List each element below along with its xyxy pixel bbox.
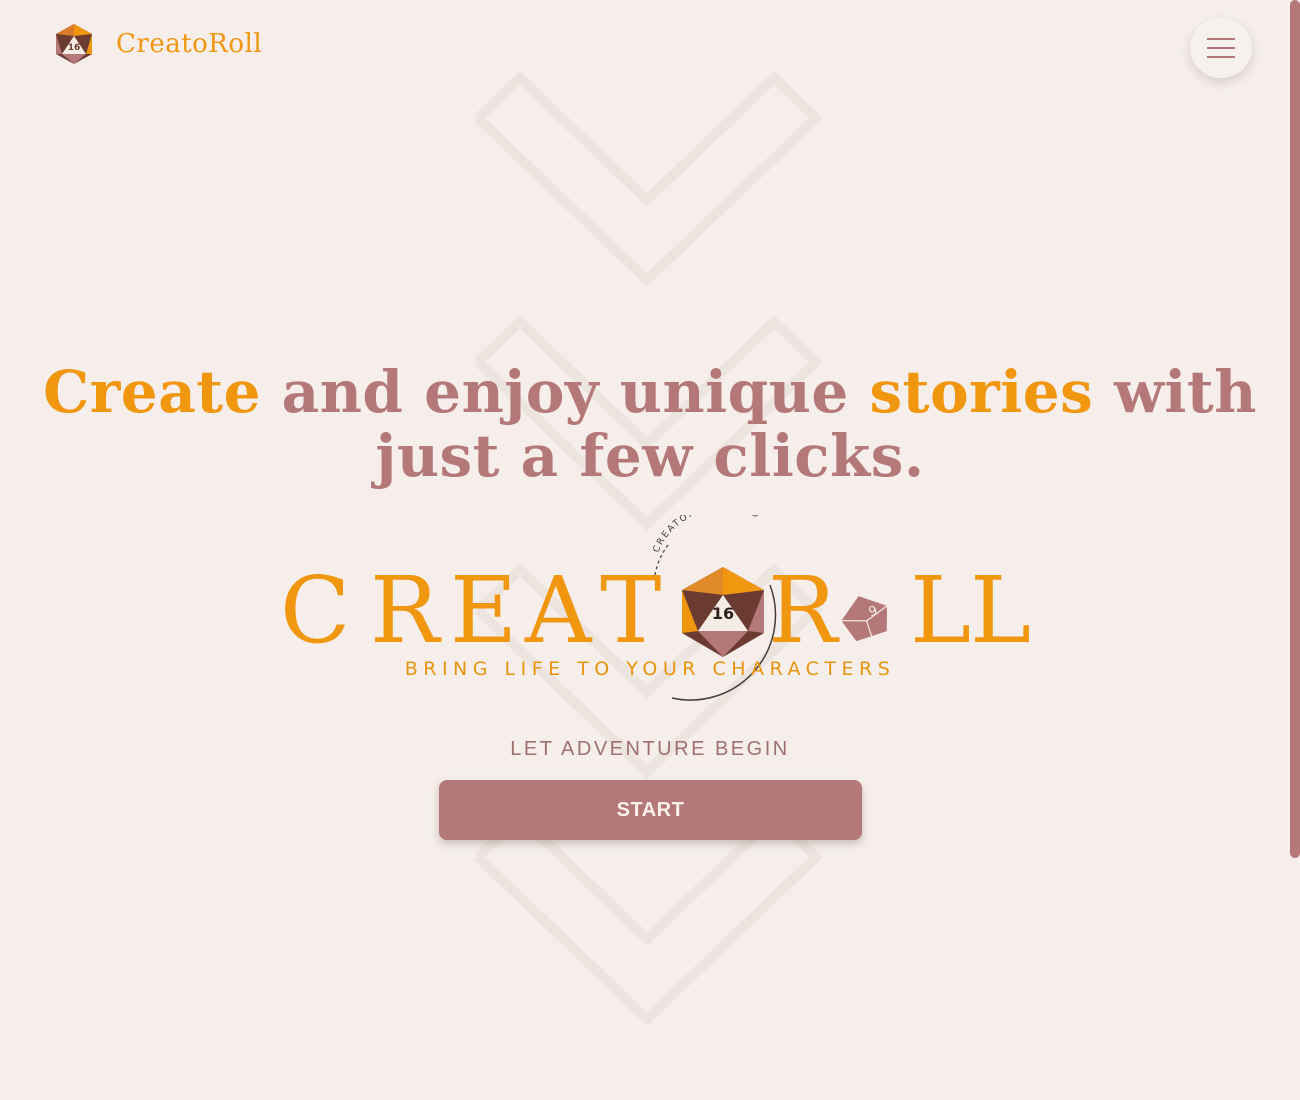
d10-dice-icon: 9 [841,596,888,642]
hero-headline: Create and enjoy unique stories with jus… [20,360,1280,488]
logo-letter: C [280,557,350,664]
d20-dice-logo-icon: 16 [56,24,92,64]
navbar: 16 CreatoRoll [0,0,1300,90]
start-button[interactable]: START [439,780,862,840]
tagline: LET ADVENTURE BEGIN [510,738,790,760]
logo-letter: L [910,557,971,664]
logo-letter: R [768,557,840,664]
hamburger-menu-icon [1207,36,1235,60]
headline-stories: stories [869,358,1094,426]
menu-button[interactable] [1190,18,1252,78]
logo-letter: A [524,557,593,664]
d20-number: 16 [712,604,734,623]
creatoroll-logo: CREATOROLL · DND C R E A T R L L 16 [270,515,1030,710]
logo-letter: R [370,557,442,664]
scrollbar-thumb[interactable] [1290,0,1300,858]
logo-subtitle: BRING LIFE TO YOUR CHARACTERS [405,658,896,680]
brand-name: CreatoRoll [116,29,263,59]
logo-letter: E [450,557,517,664]
headline-create: Create [43,358,261,426]
svg-text:16: 16 [68,43,81,53]
logo-arc-text: CREATOROLL · DND [652,515,763,554]
creatoroll-logo-graphic: CREATOROLL · DND C R E A T R L L 16 [280,515,1030,701]
headline-middle: and enjoy unique [260,358,870,426]
d20-dice-icon: 16 [682,567,764,657]
logo-letter: L [970,557,1030,664]
brand-link[interactable]: 16 CreatoRoll [52,22,262,66]
logo-letter: T [600,557,661,664]
